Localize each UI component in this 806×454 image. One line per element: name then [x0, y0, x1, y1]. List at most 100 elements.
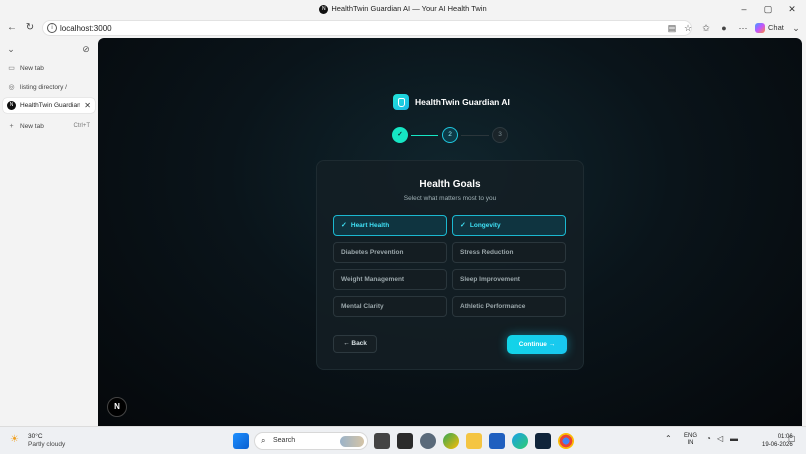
sidebar-item-new-tab[interactable]: ▭ New tab: [3, 61, 95, 76]
goal-diabetes-prevention[interactable]: Diabetes Prevention: [333, 242, 447, 263]
sidebar-item-label: New tab: [20, 65, 44, 72]
windows-start-icon[interactable]: [233, 433, 249, 449]
sidebar-item-healthtwin[interactable]: N HealthTwin Guardian AI ✕: [3, 98, 95, 113]
shield-logo-icon: [393, 94, 409, 110]
goal-label: Stress Reduction: [460, 249, 514, 256]
goal-label: Sleep Improvement: [460, 276, 520, 283]
settings-gear-icon[interactable]: [420, 433, 436, 449]
more-menu-icon[interactable]: ⋯: [736, 21, 750, 35]
weather-temp: 30°C: [28, 433, 43, 440]
step-1-indicator: ✓: [392, 127, 408, 143]
volume-icon[interactable]: ◁: [717, 434, 723, 443]
info-icon[interactable]: i: [47, 23, 57, 33]
edge-browser-icon[interactable]: [512, 433, 528, 449]
back-button[interactable]: ← Back: [333, 335, 377, 353]
copilot-chat-button[interactable]: Chat: [755, 21, 784, 35]
chevron-up-icon[interactable]: ⌃: [665, 434, 672, 443]
nextjs-dev-badge[interactable]: N: [107, 397, 127, 417]
chrome-icon[interactable]: [558, 433, 574, 449]
chevron-down-icon[interactable]: ⌄: [789, 21, 803, 35]
url-text: localhost:3000: [60, 24, 112, 33]
refresh-icon[interactable]: ↻: [23, 21, 37, 35]
app-viewport: HealthTwin Guardian AI ✓ 2 3 Health Goal…: [98, 38, 802, 426]
close-button[interactable]: ✕: [781, 2, 803, 16]
goal-label: Heart Health: [350, 222, 390, 229]
continue-label: Continue: [518, 341, 547, 348]
window-title-text: HealthTwin Guardian AI — Your AI Health …: [331, 4, 487, 13]
browser-toolbar: ← ↻ i localhost:3000 ▤ ☆ ✩ ● ⋯ Chat ⌄: [0, 18, 806, 38]
card-subheading: Select what matters most to you: [403, 195, 497, 202]
back-label: Back: [351, 340, 367, 347]
check-icon: ✓: [460, 222, 466, 229]
copilot-icon: [755, 23, 765, 34]
goal-weight-management[interactable]: Weight Management: [333, 269, 447, 290]
notification-bell-icon[interactable]: ▢: [788, 434, 796, 443]
unpin-icon[interactable]: ⊘: [80, 43, 92, 55]
step-3-indicator: 3: [492, 127, 508, 143]
partly-cloudy-icon: ☀: [10, 434, 19, 445]
goal-stress-reduction[interactable]: Stress Reduction: [452, 242, 566, 263]
minimize-button[interactable]: –: [733, 2, 755, 16]
goal-label: Weight Management: [341, 276, 405, 283]
favorites-icon[interactable]: ✩: [699, 21, 713, 35]
step-connector-1: [411, 134, 438, 136]
search-label: Search: [273, 437, 296, 444]
search-icon: ⌕: [261, 436, 266, 445]
health-goals-card: Health Goals Select what matters most to…: [316, 160, 584, 370]
weather-condition: Partly cloudy: [28, 441, 66, 448]
task-view-icon[interactable]: [374, 433, 390, 449]
goal-sleep-improvement[interactable]: Sleep Improvement: [452, 269, 566, 290]
goal-label: Longevity: [469, 222, 501, 229]
terminal-icon[interactable]: [397, 433, 413, 449]
close-tab-icon[interactable]: ✕: [84, 98, 91, 113]
sidebar-item-new-tab-button[interactable]: + New tab Ctrl+T: [3, 119, 95, 134]
language-indicator[interactable]: ENG IN: [684, 433, 697, 447]
sidebar-item-label: New tab: [20, 123, 44, 130]
maximize-button[interactable]: ▢: [757, 2, 779, 16]
plus-icon: +: [9, 123, 14, 130]
battery-icon[interactable]: ▬: [730, 434, 738, 443]
wifi-icon[interactable]: ◔: [706, 434, 711, 443]
address-bar[interactable]: i localhost:3000: [42, 20, 692, 36]
chrome-alt-icon[interactable]: [443, 433, 459, 449]
file-explorer-icon[interactable]: [466, 433, 482, 449]
goal-label: Mental Clarity: [341, 303, 384, 310]
vertical-tabs-sidebar: ⌄ ⊘ ▭ New tab ◎ listing directory / N He…: [0, 38, 98, 426]
taskbar-search[interactable]: ⌕ Search: [254, 432, 368, 450]
sidebar-item-label: listing directory /: [20, 84, 67, 91]
reader-icon[interactable]: ▤: [665, 21, 679, 35]
favorite-star-icon[interactable]: ☆: [681, 21, 695, 35]
goal-label: Athletic Performance: [460, 303, 526, 310]
card-heading: Health Goals: [419, 179, 481, 190]
lang-code: ENG: [684, 433, 698, 439]
shortcut-hint: Ctrl+T: [73, 123, 91, 129]
window-title: N HealthTwin Guardian AI — Your AI Health…: [0, 4, 806, 14]
brand-name: HealthTwin Guardian AI: [415, 97, 510, 107]
step-2-indicator: 2: [442, 127, 458, 143]
sidebar-item-label: HealthTwin Guardian AI: [20, 102, 80, 109]
chat-label: Chat: [768, 23, 784, 32]
goal-athletic-performance[interactable]: Athletic Performance: [452, 296, 566, 317]
next-logo-icon: N: [7, 101, 16, 110]
goal-mental-clarity[interactable]: Mental Clarity: [333, 296, 447, 317]
arrow-right-icon: →: [548, 341, 556, 348]
ai-app-icon[interactable]: [535, 433, 551, 449]
continue-button[interactable]: Continue →: [507, 335, 567, 354]
store-icon[interactable]: [489, 433, 505, 449]
goal-heart-health[interactable]: ✓ Heart Health: [333, 215, 447, 236]
step-connector-2: [461, 134, 489, 136]
search-highlight-art: [340, 436, 364, 447]
lang-region: IN: [687, 440, 694, 446]
collapse-chevron-icon[interactable]: ⌄: [5, 43, 17, 55]
back-arrow-icon[interactable]: ←: [5, 21, 19, 35]
profile-avatar-icon[interactable]: ●: [717, 21, 731, 35]
arrow-left-icon: ←: [343, 340, 350, 347]
goal-longevity[interactable]: ✓ Longevity: [452, 215, 566, 236]
check-icon: ✓: [341, 222, 347, 229]
globe-icon: ◎: [8, 84, 15, 91]
next-logo-icon: N: [319, 4, 329, 14]
windows-taskbar: ☀ 30°C Partly cloudy ⌕ Search ⌃ ENG IN ◔ …: [0, 426, 806, 454]
goal-label: Diabetes Prevention: [341, 249, 404, 256]
page-icon: ▭: [8, 65, 15, 72]
sidebar-item-listing-directory[interactable]: ◎ listing directory /: [3, 80, 95, 95]
